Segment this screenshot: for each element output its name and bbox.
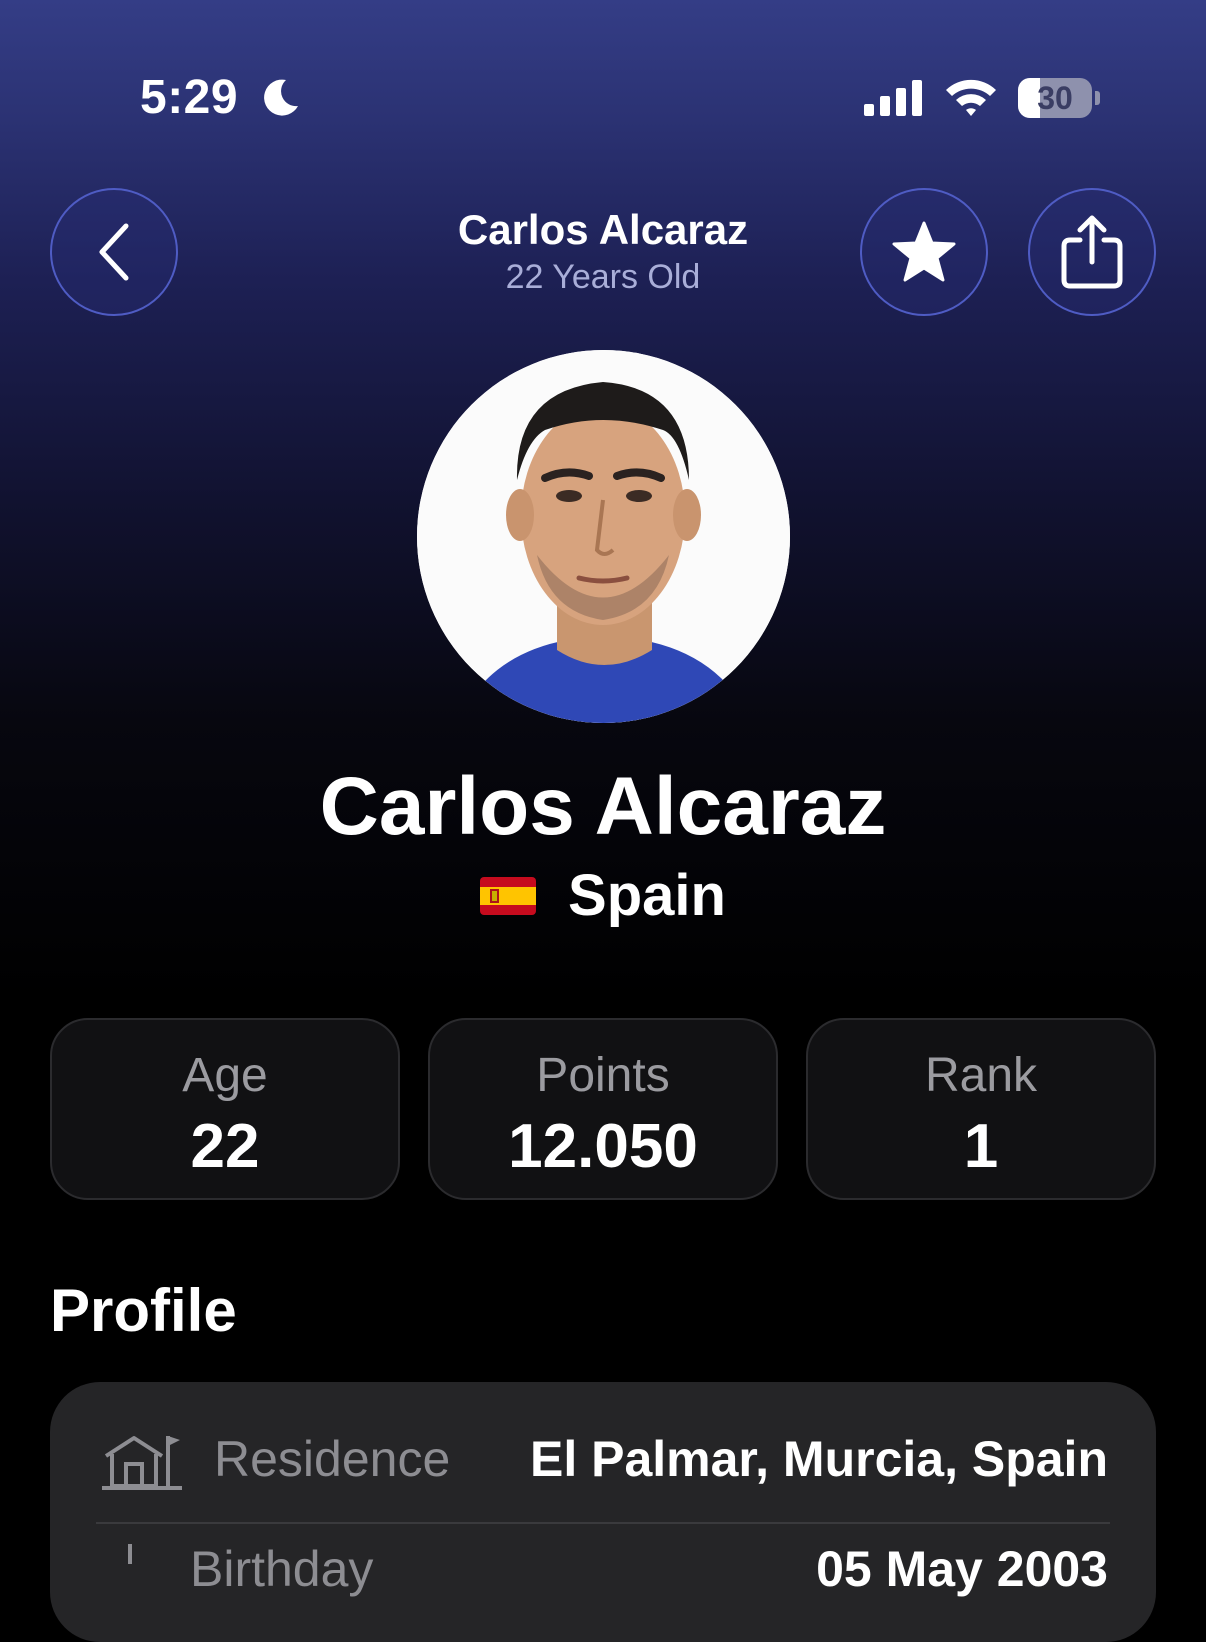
country-name: Spain <box>568 863 726 928</box>
wifi-icon <box>946 79 996 116</box>
star-icon <box>892 221 956 282</box>
birthday-value: 05 May 2003 <box>816 1541 1108 1597</box>
stat-card-age: Age 22 <box>50 1018 400 1200</box>
spain-flag-icon <box>480 876 537 915</box>
favorite-button[interactable] <box>860 188 988 316</box>
back-button[interactable] <box>50 188 178 316</box>
stat-card-points: Points 12.050 <box>428 1018 778 1200</box>
stat-label: Rank <box>924 1049 1038 1102</box>
stat-label: Age <box>182 1049 268 1102</box>
profile-section-title: Profile <box>50 1277 237 1344</box>
profile-divider <box>96 1522 1110 1524</box>
stat-card-rank: Rank 1 <box>806 1018 1156 1200</box>
signal-icon <box>864 80 922 116</box>
stat-value: 22 <box>190 1112 260 1181</box>
share-icon <box>1061 215 1123 289</box>
residence-label: Residence <box>214 1431 451 1487</box>
country-row: Spain <box>0 862 1206 929</box>
share-button[interactable] <box>1028 188 1156 316</box>
profile-card <box>50 1382 1156 1642</box>
player-photo <box>417 350 790 723</box>
chevron-left-icon <box>99 223 129 281</box>
birth-icon <box>128 1544 132 1564</box>
nav-title: Carlos Alcaraz <box>457 206 749 253</box>
stat-value: 12.050 <box>508 1112 698 1181</box>
player-avatar <box>417 350 790 723</box>
nav-subtitle: 22 Years Old <box>505 258 701 296</box>
stat-label: Points <box>536 1049 670 1102</box>
residence-value: El Palmar, Murcia, Spain <box>529 1431 1108 1487</box>
player-name: Carlos Alcaraz <box>319 761 887 852</box>
stat-value: 1 <box>963 1112 999 1181</box>
birthday-label: Birthday <box>190 1541 374 1597</box>
battery-icon: 30 <box>1018 78 1100 118</box>
battery-level: 30 <box>1037 80 1073 116</box>
moon-icon <box>264 79 298 116</box>
status-time: 5:29 <box>140 71 239 124</box>
residence-icon <box>102 1436 182 1490</box>
